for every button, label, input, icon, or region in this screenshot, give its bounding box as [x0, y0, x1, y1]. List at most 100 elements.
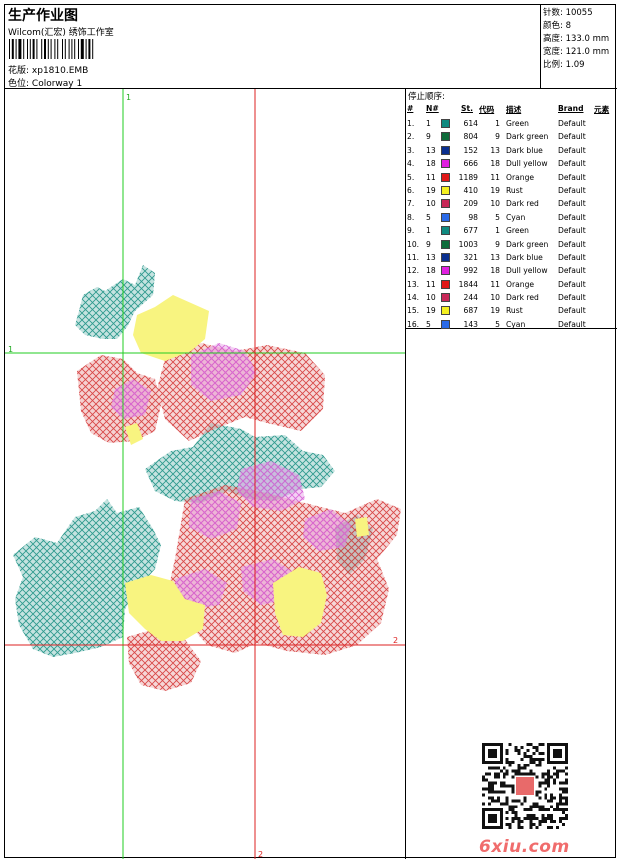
- col-description: 描述: [506, 105, 522, 114]
- row-brand: Default: [558, 185, 586, 195]
- row-brand: Default: [558, 266, 586, 276]
- row-description: Cyan: [506, 212, 526, 222]
- row-stitches: 677: [463, 226, 479, 236]
- row-stitches: 1844: [458, 279, 478, 289]
- embroidery-canvas: 1 1 2 2: [5, 89, 405, 859]
- color-swatch: [441, 185, 450, 195]
- row-index: 9.: [407, 226, 415, 236]
- row-stitches: 1003: [458, 239, 478, 249]
- stop-sequence-header: # N# St. 代码 描述 Brand 元素: [406, 104, 617, 117]
- table-row: 4. 18 666 18 Dull yellow Default: [406, 159, 617, 172]
- color-swatch: [441, 319, 450, 329]
- colorway-line: 色位: Colorway 1: [8, 76, 82, 89]
- stat-stitches: 针数: 10055: [543, 8, 593, 18]
- color-swatch: [441, 212, 450, 222]
- row-stitches: 687: [463, 306, 479, 316]
- row-code: 11: [490, 279, 500, 289]
- row-stitches: 152: [463, 145, 479, 155]
- row-description: Dark blue: [506, 252, 543, 262]
- color-swatch: [441, 145, 450, 155]
- col-code: 代码: [479, 105, 495, 114]
- row-description: Dark green: [506, 239, 549, 249]
- watermark-logo: 6xiu.com: [479, 837, 570, 857]
- table-row: 7. 10 209 10 Dark red Default: [406, 199, 617, 212]
- header-info: 生产作业图 Wilcom(汇宏) 绣饰工作室 花版: xp1810.EMB 色位…: [5, 5, 541, 89]
- color-swatch: [441, 172, 450, 182]
- sheet-header: 生产作业图 Wilcom(汇宏) 绣饰工作室 花版: xp1810.EMB 色位…: [5, 5, 617, 89]
- row-needle: 19: [426, 306, 436, 316]
- row-stitches: 666: [463, 159, 479, 169]
- row-index: 2.: [407, 132, 415, 142]
- row-stitches: 804: [463, 132, 479, 142]
- stat-colors: 颜色: 8: [543, 21, 571, 31]
- table-row: 10. 9 1003 9 Dark green Default: [406, 239, 617, 253]
- table-row: 6. 19 410 19 Rust Default: [406, 185, 617, 199]
- row-stitches: 321: [463, 252, 479, 262]
- row-stitches: 410: [463, 185, 479, 195]
- row-stitches: 209: [463, 199, 479, 209]
- row-code: 1: [495, 226, 500, 236]
- row-needle: 19: [426, 185, 436, 195]
- row-needle: 11: [426, 172, 436, 182]
- row-code: 9: [495, 239, 500, 249]
- row-brand: Default: [558, 159, 586, 169]
- row-needle: 13: [426, 252, 436, 262]
- row-index: 11.: [407, 252, 420, 262]
- row-code: 10: [490, 293, 500, 303]
- row-description: Rust: [506, 185, 523, 195]
- table-row: 9. 1 677 1 Green Default: [406, 226, 617, 239]
- row-brand: Default: [558, 319, 586, 329]
- col-stitches: St.: [461, 104, 473, 113]
- row-code: 10: [490, 199, 500, 209]
- table-row: 11. 13 321 13 Dark blue Default: [406, 252, 617, 266]
- color-swatch: [441, 119, 450, 128]
- row-stitches: 1189: [458, 172, 478, 182]
- row-index: 14.: [407, 293, 420, 303]
- row-index: 1.: [407, 119, 415, 128]
- color-swatch: [441, 239, 450, 249]
- row-code: 5: [495, 319, 500, 329]
- guide-label-green-horizontal: 1: [8, 345, 13, 354]
- table-row: 2. 9 804 9 Dark green Default: [406, 132, 617, 145]
- row-code: 1: [495, 119, 500, 128]
- design-stats: 针数: 10055 颜色: 8 高度: 133.0 mm 宽度: 121.0 m…: [543, 7, 617, 72]
- row-brand: Default: [558, 306, 586, 316]
- row-description: Dark green: [506, 132, 549, 142]
- row-description: Green: [506, 226, 529, 236]
- stop-sequence-panel: 停止顺序: # N# St. 代码 描述 Brand 元素 1. 1 614 1 Gre…: [406, 89, 617, 329]
- color-swatch: [441, 226, 450, 236]
- row-needle: 10: [426, 199, 436, 209]
- row-index: 4.: [407, 159, 415, 169]
- row-code: 11: [490, 172, 500, 182]
- pattern-line: 花版: xp1810.EMB: [8, 63, 88, 76]
- stat-width: 宽度: 121.0 mm: [543, 47, 610, 57]
- row-stitches: 98: [468, 212, 478, 222]
- row-index: 10.: [407, 239, 420, 249]
- row-brand: Default: [558, 172, 586, 182]
- row-needle: 5: [426, 319, 431, 329]
- page-title: 生产作业图: [8, 8, 78, 24]
- row-brand: Default: [558, 252, 586, 262]
- table-row: 16. 5 143 5 Cyan Default: [406, 319, 617, 333]
- table-row: 15. 19 687 19 Rust Default: [406, 306, 617, 319]
- pattern-label: 花版:: [8, 66, 30, 76]
- row-code: 13: [490, 145, 500, 155]
- row-description: Orange: [506, 279, 535, 289]
- color-swatch: [441, 293, 450, 303]
- row-description: Dark red: [506, 293, 539, 303]
- col-needle: N#: [426, 104, 439, 113]
- row-needle: 11: [426, 279, 436, 289]
- row-code: 18: [490, 266, 500, 276]
- row-description: Green: [506, 119, 529, 128]
- row-code: 9: [495, 132, 500, 142]
- row-code: 5: [495, 212, 500, 222]
- row-index: 3.: [407, 145, 415, 155]
- row-code: 13: [490, 252, 500, 262]
- color-swatch: [441, 279, 450, 289]
- color-swatch: [441, 159, 450, 169]
- table-row: 1. 1 614 1 Green Default: [406, 119, 617, 132]
- qr-code-image: [482, 743, 568, 829]
- row-index: 6.: [407, 185, 415, 195]
- row-index: 5.: [407, 172, 415, 182]
- color-swatch: [441, 199, 450, 209]
